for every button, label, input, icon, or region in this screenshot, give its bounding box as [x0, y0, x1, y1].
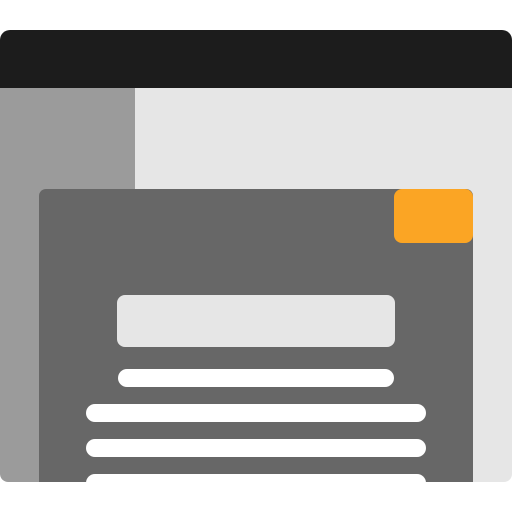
- modal-dialog: [39, 189, 473, 482]
- window-content-area: [0, 88, 512, 482]
- modal-text-line-3: [86, 439, 426, 457]
- application-window: [0, 30, 512, 482]
- modal-heading-placeholder: [117, 295, 395, 347]
- browser-window-illustration: [0, 0, 512, 512]
- modal-text-line-2: [86, 404, 426, 422]
- window-titlebar[interactable]: [0, 30, 512, 88]
- modal-text-line-4: [86, 474, 426, 482]
- modal-text-line-1: [118, 369, 394, 387]
- modal-action-button[interactable]: [394, 189, 473, 243]
